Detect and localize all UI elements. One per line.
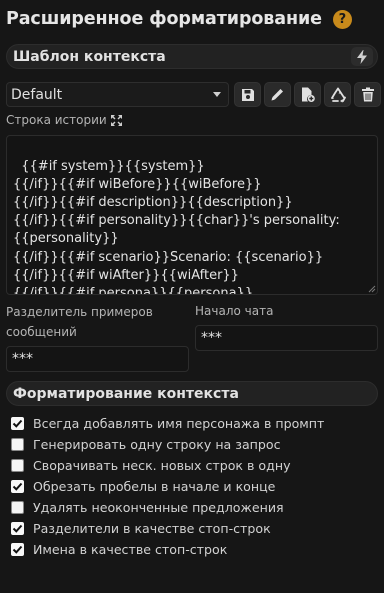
save-template-button[interactable] bbox=[234, 82, 261, 107]
option-label: Обрезать пробелы в начале и конце bbox=[33, 479, 276, 494]
checkbox-check-icon bbox=[12, 524, 23, 533]
pencil-icon bbox=[271, 89, 283, 101]
help-icon[interactable]: ? bbox=[332, 9, 352, 29]
checkbox[interactable] bbox=[11, 480, 24, 493]
panel-header: Расширенное форматирование ? bbox=[6, 7, 352, 31]
checkbox[interactable] bbox=[11, 543, 24, 556]
new-template-button[interactable] bbox=[294, 82, 321, 107]
checkbox[interactable] bbox=[11, 522, 24, 535]
bolt-icon[interactable] bbox=[351, 47, 373, 66]
context-formatting-title: Форматирование контекста bbox=[13, 385, 239, 402]
checkbox-check-icon bbox=[12, 545, 23, 554]
context-formatting-options: Всегда добавлять имя персонажа в промпт … bbox=[11, 413, 324, 560]
option-trim-spaces[interactable]: Обрезать пробелы в начале и конце bbox=[11, 476, 324, 497]
template-select-value: Default bbox=[11, 86, 63, 103]
page-title: Расширенное форматирование bbox=[6, 9, 322, 29]
context-template-title: Шаблон контекста bbox=[13, 48, 166, 65]
checkbox[interactable] bbox=[11, 417, 24, 430]
story-string-text: {{#if system}}{{system}} {{/if}}{{#if wi… bbox=[13, 159, 340, 295]
checkbox[interactable] bbox=[11, 459, 24, 472]
option-separators-as-stop[interactable]: Разделители в качестве стоп-строк bbox=[11, 518, 324, 539]
example-separator-input[interactable]: *** bbox=[6, 346, 189, 372]
option-label: Всегда добавлять имя персонажа в промпт bbox=[33, 416, 325, 431]
context-template-header[interactable]: Шаблон контекста bbox=[6, 44, 378, 69]
checkbox[interactable] bbox=[11, 501, 24, 514]
delete-template-button[interactable] bbox=[354, 82, 381, 107]
rename-template-button[interactable] bbox=[264, 82, 291, 107]
option-single-line[interactable]: Генерировать одну строку на запрос bbox=[11, 434, 324, 455]
chevron-down-icon bbox=[213, 92, 221, 97]
option-label: Имена в качестве стоп-строк bbox=[33, 542, 228, 557]
template-select[interactable]: Default bbox=[6, 82, 229, 107]
story-string-textarea[interactable]: {{#if system}}{{system}} {{/if}}{{#if wi… bbox=[6, 135, 378, 295]
option-names-as-stop[interactable]: Имена в качестве стоп-строк bbox=[11, 539, 324, 560]
file-add-icon bbox=[302, 87, 315, 102]
expand-icon[interactable] bbox=[110, 114, 123, 127]
chat-start-value: *** bbox=[201, 330, 222, 346]
option-trim-sentences[interactable]: Удалять неоконченные предложения bbox=[11, 497, 324, 518]
example-separator-value: *** bbox=[12, 351, 33, 367]
option-always-add-name[interactable]: Всегда добавлять имя персонажа в промпт bbox=[11, 413, 324, 434]
trash-icon bbox=[361, 87, 374, 102]
recycle-icon bbox=[330, 87, 346, 103]
checkbox-check-icon bbox=[12, 419, 23, 428]
context-formatting-header[interactable]: Форматирование контекста bbox=[6, 381, 378, 406]
chat-start-label: Начало чата bbox=[195, 304, 274, 318]
resize-grip-icon[interactable] bbox=[368, 285, 376, 293]
option-label: Разделители в качестве стоп-строк bbox=[33, 521, 271, 536]
checkbox[interactable] bbox=[11, 438, 24, 451]
option-label: Сворачивать неск. новых строк в одну bbox=[33, 458, 291, 473]
story-string-label: Строка истории bbox=[6, 113, 107, 127]
save-icon bbox=[241, 88, 254, 101]
story-string-label-row: Строка истории bbox=[6, 113, 107, 127]
option-collapse-newlines[interactable]: Сворачивать неск. новых строк в одну bbox=[11, 455, 324, 476]
option-label: Генерировать одну строку на запрос bbox=[33, 437, 281, 452]
restore-template-button[interactable] bbox=[324, 82, 351, 107]
option-label: Удалять неоконченные предложения bbox=[33, 500, 284, 515]
checkbox-check-icon bbox=[12, 482, 23, 491]
chat-start-input[interactable]: *** bbox=[195, 325, 378, 351]
example-separator-label: Разделитель примеров сообщений bbox=[6, 305, 153, 339]
